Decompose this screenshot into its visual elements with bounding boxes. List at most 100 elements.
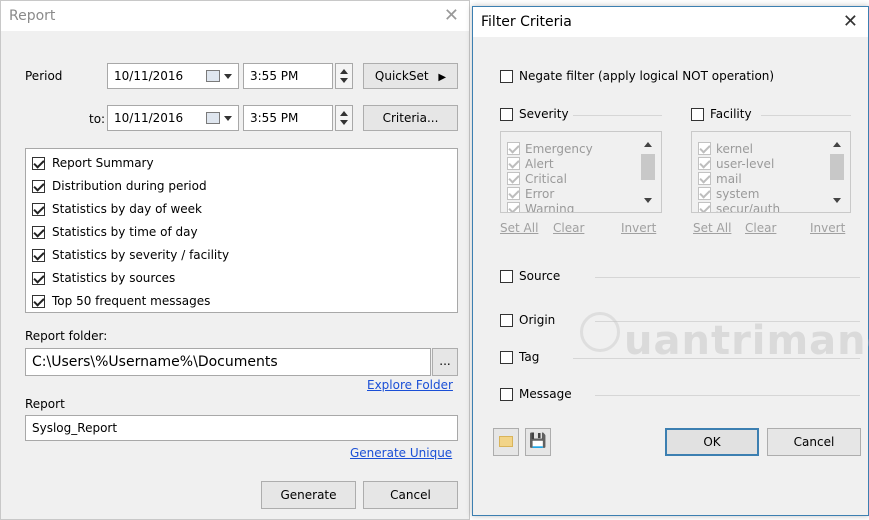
divider [595,395,860,396]
explore-folder-link[interactable]: Explore Folder [367,378,453,392]
period-from-time-field[interactable]: 3:55 PM [243,63,333,89]
facility-checkbox[interactable] [691,108,704,121]
arrow-up-icon[interactable] [644,142,652,147]
checkbox[interactable] [32,157,45,170]
severity-option[interactable]: Severity [500,107,600,125]
facility-item: mail [716,172,742,186]
section-label: Statistics by day of week [52,202,202,216]
quickset-button-label: QuickSet [374,69,429,83]
filter-window-title: Filter Criteria [481,14,572,30]
spin-up-icon[interactable] [340,111,348,116]
checkbox[interactable] [507,202,520,212]
close-icon[interactable]: ✕ [444,5,459,26]
checkbox[interactable] [698,202,711,212]
generate-unique-link[interactable]: Generate Unique [350,446,452,460]
report-name-input[interactable]: Syslog_Report [25,415,458,441]
filter-cancel-button[interactable]: Cancel [767,428,861,456]
severity-label: Severity [519,107,569,121]
checkbox[interactable] [698,157,711,170]
arrow-down-icon[interactable] [644,198,652,203]
browse-folder-button[interactable]: ... [432,348,458,376]
generate-button-label: Generate [280,488,337,502]
checkbox[interactable] [32,295,45,308]
quickset-button[interactable]: QuickSet ▶ [363,63,458,89]
to-label: to: [89,112,106,126]
message-checkbox[interactable] [500,388,513,401]
criteria-button[interactable]: Criteria... [363,105,458,131]
checkbox[interactable] [32,226,45,239]
chevron-down-icon[interactable] [224,74,232,79]
facility-list-viewport: kernel user-level mail system secur/auth [696,134,826,212]
facility-scrollbar[interactable] [828,134,846,210]
close-icon[interactable]: ✕ [843,11,858,32]
severity-invert-link[interactable]: Invert [621,221,656,235]
negate-filter-checkbox[interactable] [500,70,513,83]
checkbox[interactable] [698,142,711,155]
folder-open-icon [499,436,513,447]
period-from-time-spinner[interactable] [335,63,353,89]
negate-filter-option[interactable]: Negate filter (apply logical NOT operati… [500,69,840,87]
source-option[interactable]: Source [500,269,580,287]
open-filter-button[interactable] [493,428,519,456]
calendar-icon[interactable] [206,112,220,124]
severity-item: Warning [525,202,575,212]
criteria-button-label: Criteria... [382,111,439,125]
period-from-date-field[interactable]: 10/11/2016 [107,63,239,89]
chevron-down-icon[interactable] [224,116,232,121]
ok-button[interactable]: OK [665,428,759,456]
message-option[interactable]: Message [500,387,590,405]
checkbox[interactable] [32,249,45,262]
facility-invert-link[interactable]: Invert [810,221,845,235]
severity-scrollbar[interactable] [639,134,657,210]
origin-checkbox[interactable] [500,314,513,327]
checkbox[interactable] [507,187,520,200]
facility-set-all-link[interactable]: Set All [693,221,731,235]
report-folder-value: C:\Users\%Username%\Documents [32,354,278,370]
facility-list[interactable]: kernel user-level mail system secur/auth [691,131,851,213]
checkbox[interactable] [32,203,45,216]
divider [761,115,851,116]
severity-clear-link[interactable]: Clear [553,221,584,235]
spin-up-icon[interactable] [340,69,348,74]
checkbox[interactable] [32,272,45,285]
spin-down-icon[interactable] [340,120,348,125]
scroll-thumb[interactable] [641,154,655,180]
severity-checkbox[interactable] [500,108,513,121]
section-label: Top 50 frequent messages [52,294,211,308]
arrow-up-icon[interactable] [833,142,841,147]
report-folder-input[interactable]: C:\Users\%Username%\Documents [25,348,431,376]
period-to-time-field[interactable]: 3:55 PM [243,105,333,131]
severity-list[interactable]: Emergency Alert Critical Error Warning [500,131,662,213]
scroll-thumb[interactable] [830,154,844,180]
generate-button[interactable]: Generate [261,481,356,509]
checkbox[interactable] [507,172,520,185]
source-checkbox[interactable] [500,270,513,283]
tag-option[interactable]: Tag [500,350,580,368]
lightbulb-icon [580,312,620,352]
filter-criteria-window: Filter Criteria ✕ Negate filter (apply l… [472,6,869,516]
checkbox[interactable] [698,172,711,185]
report-window-title: Report [9,8,56,24]
save-filter-button[interactable]: 💾 [525,428,551,456]
report-cancel-button[interactable]: Cancel [363,481,458,509]
checkbox[interactable] [698,187,711,200]
severity-set-all-link[interactable]: Set All [500,221,538,235]
divider [595,277,860,278]
calendar-icon[interactable] [206,70,220,82]
facility-option[interactable]: Facility [691,107,791,125]
checkbox[interactable] [507,157,520,170]
period-to-time-spinner[interactable] [335,105,353,131]
period-to-date-field[interactable]: 10/11/2016 [107,105,239,131]
report-titlebar: Report ✕ [1,1,469,31]
tag-checkbox[interactable] [500,351,513,364]
origin-option[interactable]: Origin [500,313,580,331]
period-to-date-value: 10/11/2016 [114,111,184,125]
spin-down-icon[interactable] [340,78,348,83]
checkbox[interactable] [32,180,45,193]
checkbox[interactable] [507,142,520,155]
arrow-down-icon[interactable] [833,198,841,203]
facility-clear-link[interactable]: Clear [745,221,776,235]
message-label: Message [519,387,572,401]
period-label: Period [25,69,63,83]
browse-folder-label: ... [439,354,451,368]
